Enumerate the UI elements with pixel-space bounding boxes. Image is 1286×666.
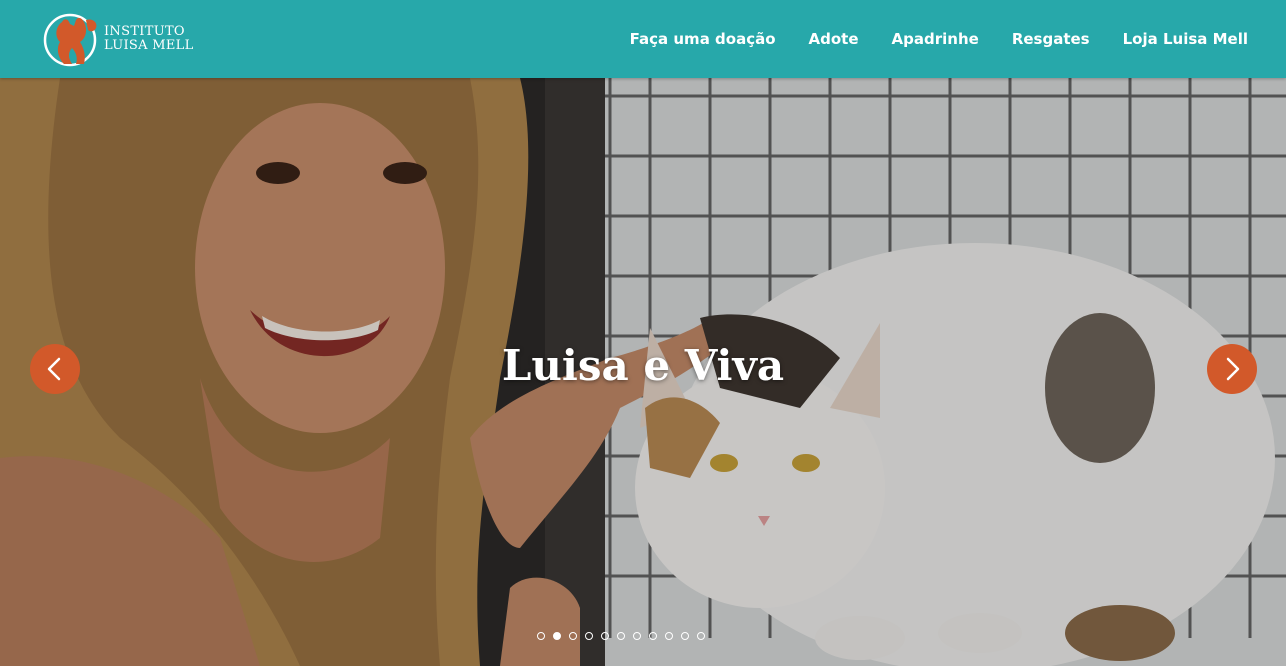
slider-dot[interactable] xyxy=(537,632,545,640)
prev-slide-button[interactable] xyxy=(30,344,80,394)
slider-dot[interactable] xyxy=(617,632,625,640)
logo-line-1: INSTITUTO xyxy=(104,24,185,39)
slider-dot[interactable] xyxy=(649,632,657,640)
site-header: INSTITUTO LUISA MELL Faça uma doação Ado… xyxy=(0,0,1286,78)
dog-cat-logo-icon xyxy=(43,13,97,67)
site-logo[interactable]: INSTITUTO LUISA MELL xyxy=(42,8,202,72)
slide-caption: Luisa e Viva xyxy=(501,341,785,390)
slider-dot[interactable] xyxy=(697,632,705,640)
nav-item-adopt[interactable]: Adote xyxy=(809,28,859,50)
slider-dot[interactable] xyxy=(665,632,673,640)
slider-dot[interactable] xyxy=(553,632,561,640)
next-slide-button[interactable] xyxy=(1207,344,1257,394)
nav-item-rescues[interactable]: Resgates xyxy=(1012,28,1090,50)
nav-item-donate[interactable]: Faça uma doação xyxy=(630,28,776,50)
slider-dot[interactable] xyxy=(585,632,593,640)
slider-dot[interactable] xyxy=(681,632,689,640)
logo-line-2: LUISA MELL xyxy=(104,38,194,53)
chevron-left-icon xyxy=(47,357,61,381)
main-nav: Faça uma doação Adote Apadrinhe Resgates… xyxy=(630,28,1248,50)
slider-dot[interactable] xyxy=(601,632,609,640)
hero-slider: Luisa e Viva xyxy=(0,78,1286,666)
logo-text: INSTITUTO LUISA MELL xyxy=(104,25,194,53)
slider-pagination xyxy=(537,632,705,640)
nav-item-sponsor[interactable]: Apadrinhe xyxy=(892,28,979,50)
chevron-right-icon xyxy=(1226,357,1240,381)
slider-dot[interactable] xyxy=(633,632,641,640)
slider-dot[interactable] xyxy=(569,632,577,640)
nav-item-store[interactable]: Loja Luisa Mell xyxy=(1123,28,1248,50)
